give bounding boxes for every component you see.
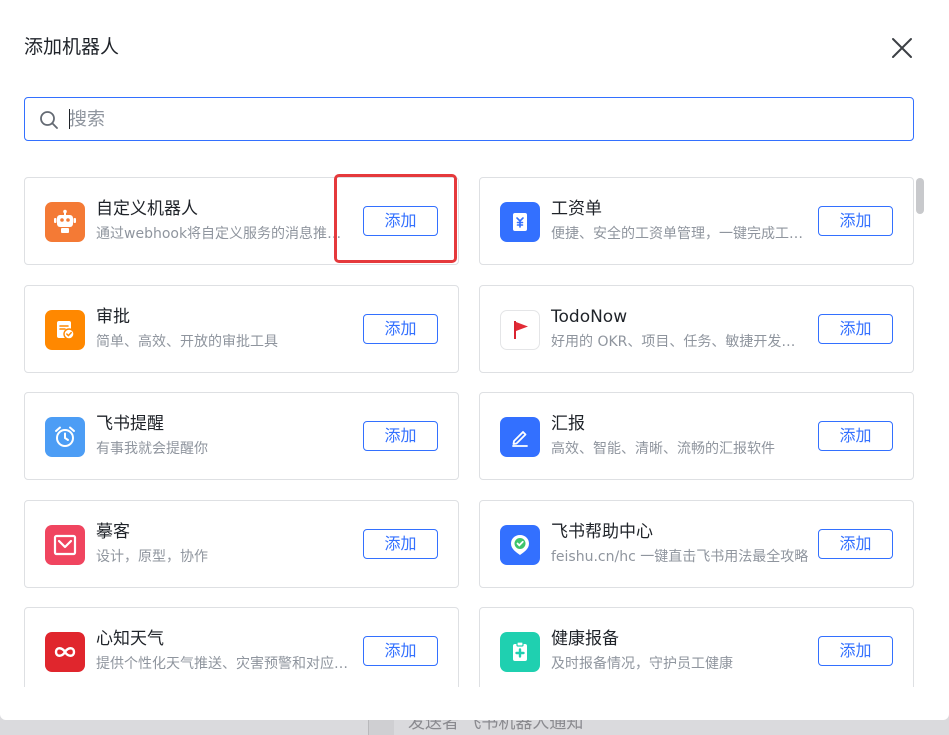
- bot-card-payslip: 工资单 便捷、安全的工资单管理，一键完成工资发放 添加: [479, 177, 914, 265]
- bot-list: 自定义机器人 通过webhook将自定义服务的消息推送至飞书 添加 工资单 便捷…: [24, 177, 914, 687]
- add-button-payslip[interactable]: 添加: [818, 206, 893, 236]
- add-button-report[interactable]: 添加: [818, 421, 893, 451]
- bot-card-approval: 审批 简单、高效、开放的审批工具 添加: [24, 285, 459, 373]
- add-bot-dialog: 添加机器人 搜索 自定义机器人 通过webhook将自定义服务的消息推送至 添加…: [0, 0, 949, 720]
- bot-card-todonow: TodoNow 好用的 OKR、项目、任务、敏捷开发管理工具 添加: [479, 285, 914, 373]
- bot-card-mockplus: 摹客 设计，原型，协作 添加: [24, 500, 459, 588]
- text-cursor: [69, 109, 70, 129]
- close-icon: [892, 38, 912, 58]
- pen-icon: [500, 417, 540, 457]
- search-input[interactable]: [69, 98, 899, 140]
- bot-card-weather: 心知天气 提供个性化天气推送、灾害预警和对应建议 添加: [24, 607, 459, 687]
- close-button[interactable]: [886, 32, 918, 64]
- add-button-weather[interactable]: 添加: [363, 636, 438, 666]
- bot-card-reminder: 飞书提醒 有事我就会提醒你 添加: [24, 392, 459, 480]
- bot-name: 心知天气: [96, 629, 164, 649]
- infinity-icon: [45, 632, 85, 672]
- add-button-health-report[interactable]: 添加: [818, 636, 893, 666]
- bot-description: 设计，原型，协作: [96, 549, 208, 565]
- alarm-clock-icon: [45, 417, 85, 457]
- bot-description: 好用的 OKR、项目、任务、敏捷开发管理工具: [551, 334, 809, 350]
- bot-description: 提供个性化天气推送、灾害预警和对应建议: [96, 656, 354, 672]
- bot-name: 摹客: [96, 522, 130, 542]
- bot-name: 工资单: [551, 199, 602, 219]
- bot-card-help-center: 飞书帮助中心 feishu.cn/hc 一键直击飞书用法最全攻略 添加: [479, 500, 914, 588]
- add-button-mockplus[interactable]: 添加: [363, 529, 438, 559]
- bot-description: feishu.cn/hc 一键直击飞书用法最全攻略: [551, 549, 809, 565]
- scrollbar-thumb[interactable]: [916, 178, 924, 214]
- bot-description: 便捷、安全的工资单管理，一键完成工资发放: [551, 226, 809, 242]
- add-button-help-center[interactable]: 添加: [818, 529, 893, 559]
- bot-description: 通过webhook将自定义服务的消息推送至飞书: [96, 226, 354, 242]
- red-flag-icon: [500, 310, 540, 350]
- bot-description: 高效、智能、清晰、流畅的汇报软件: [551, 441, 775, 457]
- bot-card-custom-bot: 自定义机器人 通过webhook将自定义服务的消息推送至飞书 添加: [24, 177, 459, 265]
- payslip-icon: [500, 202, 540, 242]
- add-button-todonow[interactable]: 添加: [818, 314, 893, 344]
- search-icon: [40, 111, 58, 129]
- bot-name: TodoNow: [551, 307, 628, 327]
- bot-card-health-report: 健康报备 及时报备情况，守护员工健康 添加: [479, 607, 914, 687]
- bot-description: 简单、高效、开放的审批工具: [96, 334, 278, 350]
- bot-name: 汇报: [551, 414, 585, 434]
- dialog-title: 添加机器人: [24, 36, 120, 58]
- bot-description: 及时报备情况，守护员工健康: [551, 656, 733, 672]
- bot-name: 审批: [96, 307, 130, 327]
- add-button-approval[interactable]: 添加: [363, 314, 438, 344]
- approval-icon: [45, 310, 85, 350]
- bot-name: 健康报备: [551, 629, 619, 649]
- add-button-reminder[interactable]: 添加: [363, 421, 438, 451]
- search-box[interactable]: [24, 97, 914, 141]
- bot-name: 飞书提醒: [96, 414, 164, 434]
- bot-name: 自定义机器人: [96, 199, 198, 219]
- bot-description: 有事我就会提醒你: [96, 441, 208, 457]
- mockplus-icon: [45, 525, 85, 565]
- robot-icon: [45, 202, 85, 242]
- bot-name: 飞书帮助中心: [551, 522, 653, 542]
- help-center-icon: [500, 525, 540, 565]
- add-button-custom-bot[interactable]: 添加: [363, 206, 438, 236]
- health-report-icon: [500, 632, 540, 672]
- bot-card-report: 汇报 高效、智能、清晰、流畅的汇报软件 添加: [479, 392, 914, 480]
